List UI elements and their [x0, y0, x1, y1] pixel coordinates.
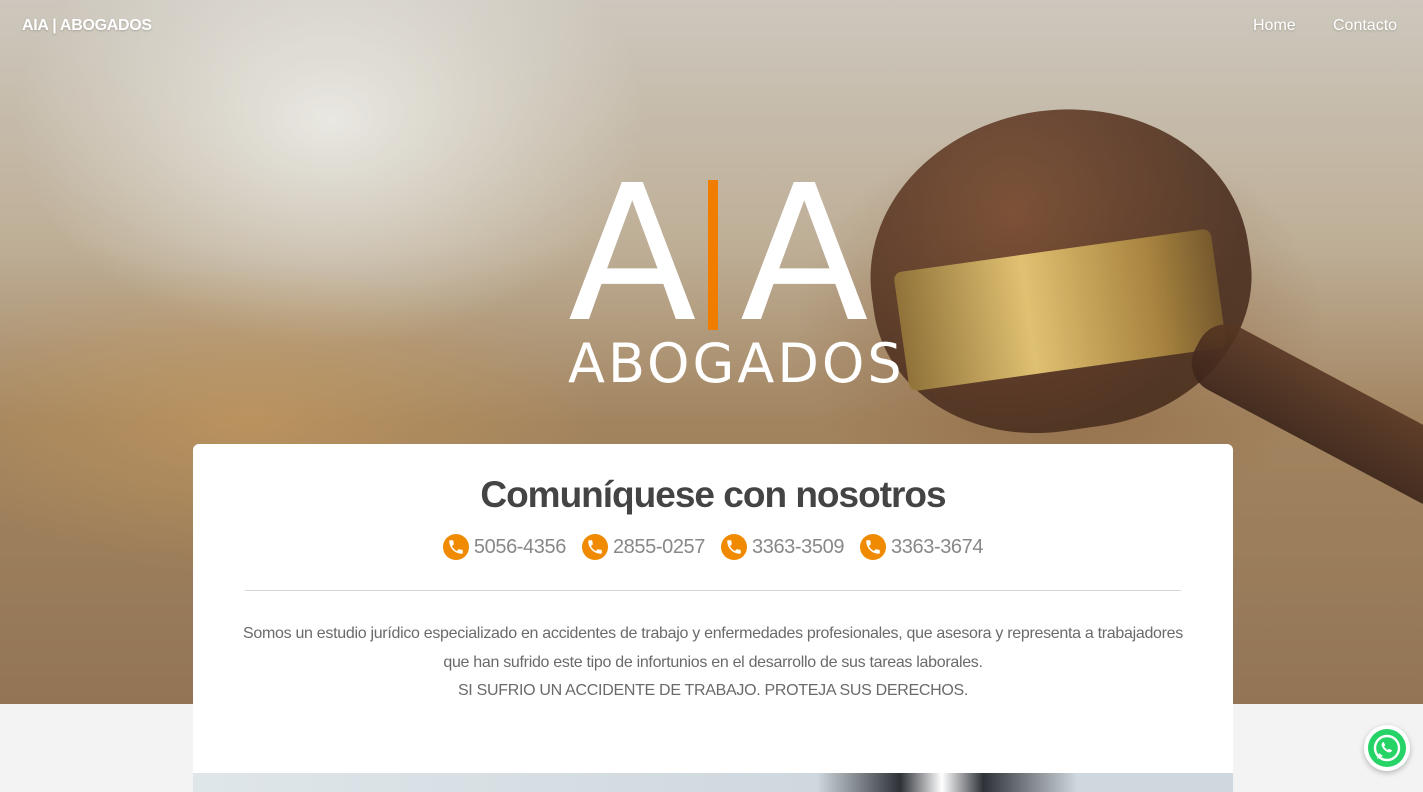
- logo-divider-bar: [708, 180, 718, 330]
- phone-icon: [860, 534, 887, 560]
- firm-description: Somos un estudio jurídico especializado …: [233, 620, 1193, 706]
- phone-icon: [442, 534, 469, 560]
- phone-item[interactable]: 5056-4356: [442, 534, 566, 560]
- description-tagline: SI SUFRIO UN ACCIDENTE DE TRABAJO. PROTE…: [457, 682, 969, 699]
- phone-icon: [581, 534, 608, 560]
- phone-item[interactable]: 3363-3674: [860, 534, 983, 560]
- phone-number: 3363-3674: [891, 535, 984, 558]
- logo-letter-left: A: [568, 145, 697, 364]
- top-navigation: AIA | ABOGADOS Home Contacto: [0, 0, 1423, 56]
- logo-letter-right: A: [740, 145, 869, 364]
- phone-number: 3363-3509: [752, 535, 845, 558]
- logo-subtitle: ABOGADOS: [568, 332, 905, 395]
- phone-number: 5056-4356: [473, 535, 566, 558]
- divider: [245, 590, 1181, 591]
- lawyer-photo-strip: [193, 773, 1233, 792]
- nav-contacto-link[interactable]: Contacto: [1333, 17, 1397, 35]
- phone-number: 2855-0257: [612, 535, 705, 558]
- phone-item[interactable]: 3363-3509: [721, 534, 844, 560]
- whatsapp-button[interactable]: [1364, 725, 1410, 771]
- phone-list: 5056-4356 2855-0257 3363-3509 3363-3674: [193, 534, 1233, 560]
- phone-icon: [721, 534, 747, 560]
- brand-link[interactable]: AIA | ABOGADOS: [22, 17, 152, 35]
- contact-card: Comuníquese con nosotros 5056-4356 2855-…: [193, 444, 1233, 774]
- phone-item[interactable]: 2855-0257: [581, 534, 705, 560]
- description-line: que han sufrido este tipo de infortunios…: [443, 653, 983, 671]
- nav-home-link[interactable]: Home: [1253, 17, 1296, 35]
- contact-title: Comuníquese con nosotros: [480, 474, 946, 515]
- hero-logo: A A ABOGADOS: [560, 145, 902, 400]
- whatsapp-icon: [1368, 729, 1406, 767]
- description-line: Somos un estudio jurídico especializado …: [243, 625, 1183, 642]
